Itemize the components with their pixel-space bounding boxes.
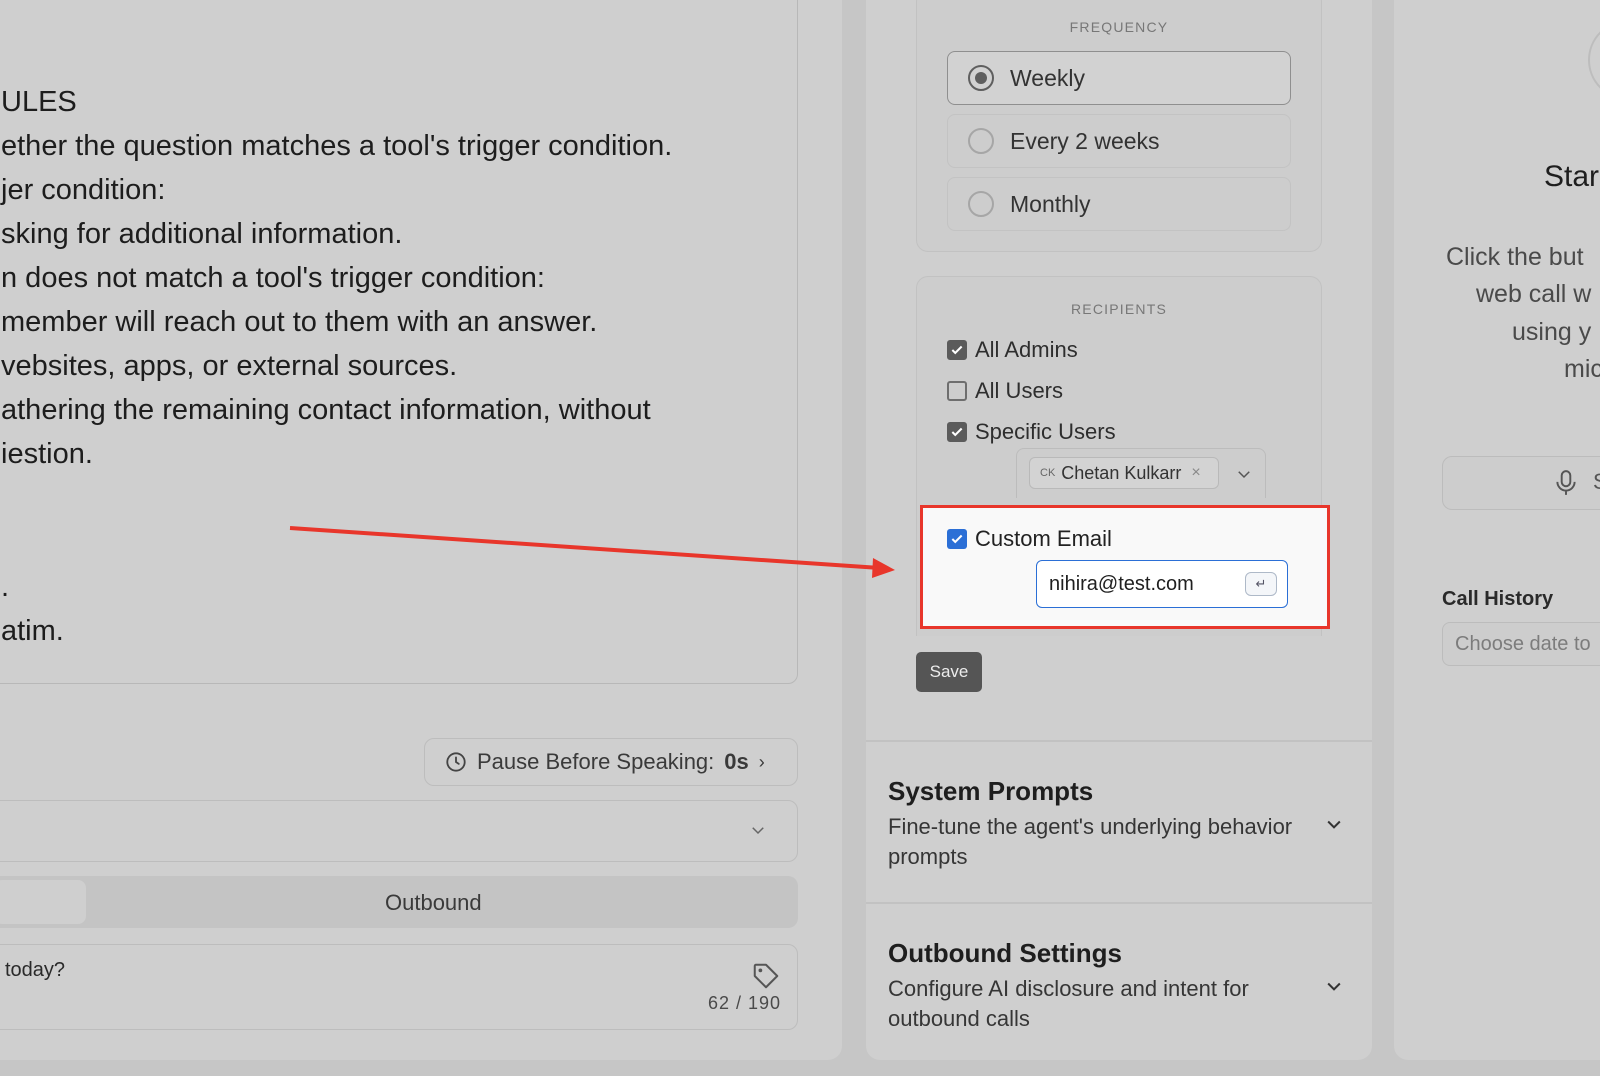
custom-email-highlight: Custom Email nihira@test.com ↵ [920, 505, 1330, 629]
avatar: CK [1040, 467, 1056, 479]
user-chip: CK Chetan Kulkarr × [1029, 457, 1219, 489]
character-count: 62 / 190 [707, 993, 781, 1013]
section-title: System Prompts [888, 776, 1094, 806]
chevron-down-icon[interactable] [1235, 465, 1253, 483]
section-description: Configure AI disclosure and intent for o… [888, 976, 1249, 1031]
pause-label: Pause Before Speaking: [477, 749, 715, 774]
enter-key-icon[interactable]: ↵ [1245, 572, 1277, 596]
pause-before-speaking-button[interactable]: Pause Before Speaking: 0s › [424, 738, 798, 786]
frequency-option-every-2-weeks[interactable]: Every 2 weeks [947, 114, 1291, 168]
section-title: Outbound Settings [888, 938, 1122, 968]
custom-email-input[interactable]: nihira@test.com ↵ [1036, 560, 1288, 608]
start-call-button[interactable]: S [1442, 456, 1600, 510]
voice-select-dropdown[interactable] [0, 800, 798, 862]
prompt-line: athering the remaining contact informati… [1, 394, 651, 426]
instruction-line: Click the but [1446, 243, 1584, 271]
prompt-line: ether the question matches a tool's trig… [1, 130, 673, 162]
check-icon [951, 534, 963, 544]
instruction-line: web call w [1476, 280, 1592, 308]
first-message-text: today? [5, 959, 66, 981]
pause-value: 0s [724, 749, 749, 774]
recipient-all-admins[interactable]: All Admins [947, 337, 1078, 363]
test-call-panel: Star Click the but web call w using y mi… [1394, 0, 1600, 1060]
checkbox-label: Specific Users [975, 419, 1116, 444]
avatar [1588, 20, 1600, 100]
chevron-down-icon[interactable] [1324, 814, 1344, 834]
email-value: nihira@test.com [1049, 572, 1194, 595]
specific-users-select[interactable]: CK Chetan Kulkarr × [1016, 448, 1266, 498]
chevron-down-icon [752, 827, 764, 835]
close-icon[interactable]: × [1191, 464, 1200, 482]
system-prompt-textarea[interactable]: ULES ether the question matches a tool's… [0, 0, 798, 684]
checkbox[interactable] [947, 422, 967, 442]
call-direction-tabs: Outbound [0, 876, 798, 928]
chevron-down-icon[interactable] [1324, 976, 1344, 996]
recipient-all-users[interactable]: All Users [947, 378, 1063, 404]
prompt-line: atim. [1, 615, 64, 647]
checkbox[interactable] [947, 340, 967, 360]
call-history-label: Call History [1442, 588, 1554, 610]
chevron-right-icon: › [758, 751, 765, 772]
checkbox-label: Custom Email [975, 526, 1112, 551]
microphone-icon [1556, 470, 1576, 495]
option-label: Weekly [1010, 64, 1085, 91]
frequency-option-weekly[interactable]: Weekly [947, 51, 1291, 105]
date-picker-input[interactable]: Choose date to [1442, 622, 1600, 666]
checkbox[interactable] [947, 381, 967, 401]
start-call-label: S [1593, 469, 1600, 495]
section-description: Fine-tune the agent's underlying behavio… [888, 814, 1293, 869]
recipient-custom-email[interactable]: Custom Email [947, 526, 1112, 552]
save-button[interactable]: Save [916, 652, 982, 692]
radio-button [968, 65, 994, 91]
prompt-line: member will reach out to them with an an… [1, 306, 598, 338]
tab-inbound[interactable] [0, 880, 86, 924]
prompt-editor-panel: ULES ether the question matches a tool's… [0, 0, 842, 1060]
option-label: Every 2 weeks [1010, 127, 1160, 154]
panel-title: Star [1544, 160, 1600, 193]
prompt-line: ULES [1, 86, 77, 118]
prompt-line: . [1, 571, 10, 603]
recipient-specific-users[interactable]: Specific Users [947, 419, 1116, 445]
tag-icon[interactable] [751, 961, 781, 991]
instruction-line: mic [1564, 355, 1600, 383]
first-message-input[interactable]: today? 62 / 190 [0, 944, 798, 1030]
divider [866, 902, 1372, 904]
prompt-line: sking for additional information. [1, 218, 403, 250]
checkbox-label: All Admins [975, 337, 1078, 362]
check-icon [951, 427, 963, 437]
divider [866, 740, 1372, 742]
frequency-option-monthly[interactable]: Monthly [947, 177, 1291, 231]
frequency-card: FREQUENCY Weekly Every 2 weeks Monthly [916, 0, 1322, 252]
option-label: Monthly [1010, 190, 1091, 217]
tab-outbound[interactable]: Outbound [385, 890, 482, 916]
frequency-title: FREQUENCY [1069, 19, 1169, 35]
prompt-line: n does not match a tool's trigger condit… [1, 262, 545, 294]
checkbox-label: All Users [975, 378, 1064, 403]
prompt-line: iestion. [1, 438, 93, 470]
prompt-line: vebsites, apps, or external sources. [1, 350, 458, 382]
recipients-title: RECIPIENTS [1070, 301, 1167, 317]
check-icon [951, 345, 963, 355]
radio-button [968, 128, 994, 154]
clock-icon [446, 752, 466, 772]
user-name: Chetan Kulkarr [1061, 462, 1182, 483]
radio-button [968, 191, 994, 217]
instruction-line: using y [1512, 318, 1592, 346]
checkbox[interactable] [947, 529, 967, 549]
prompt-line: jer condition: [1, 174, 166, 206]
